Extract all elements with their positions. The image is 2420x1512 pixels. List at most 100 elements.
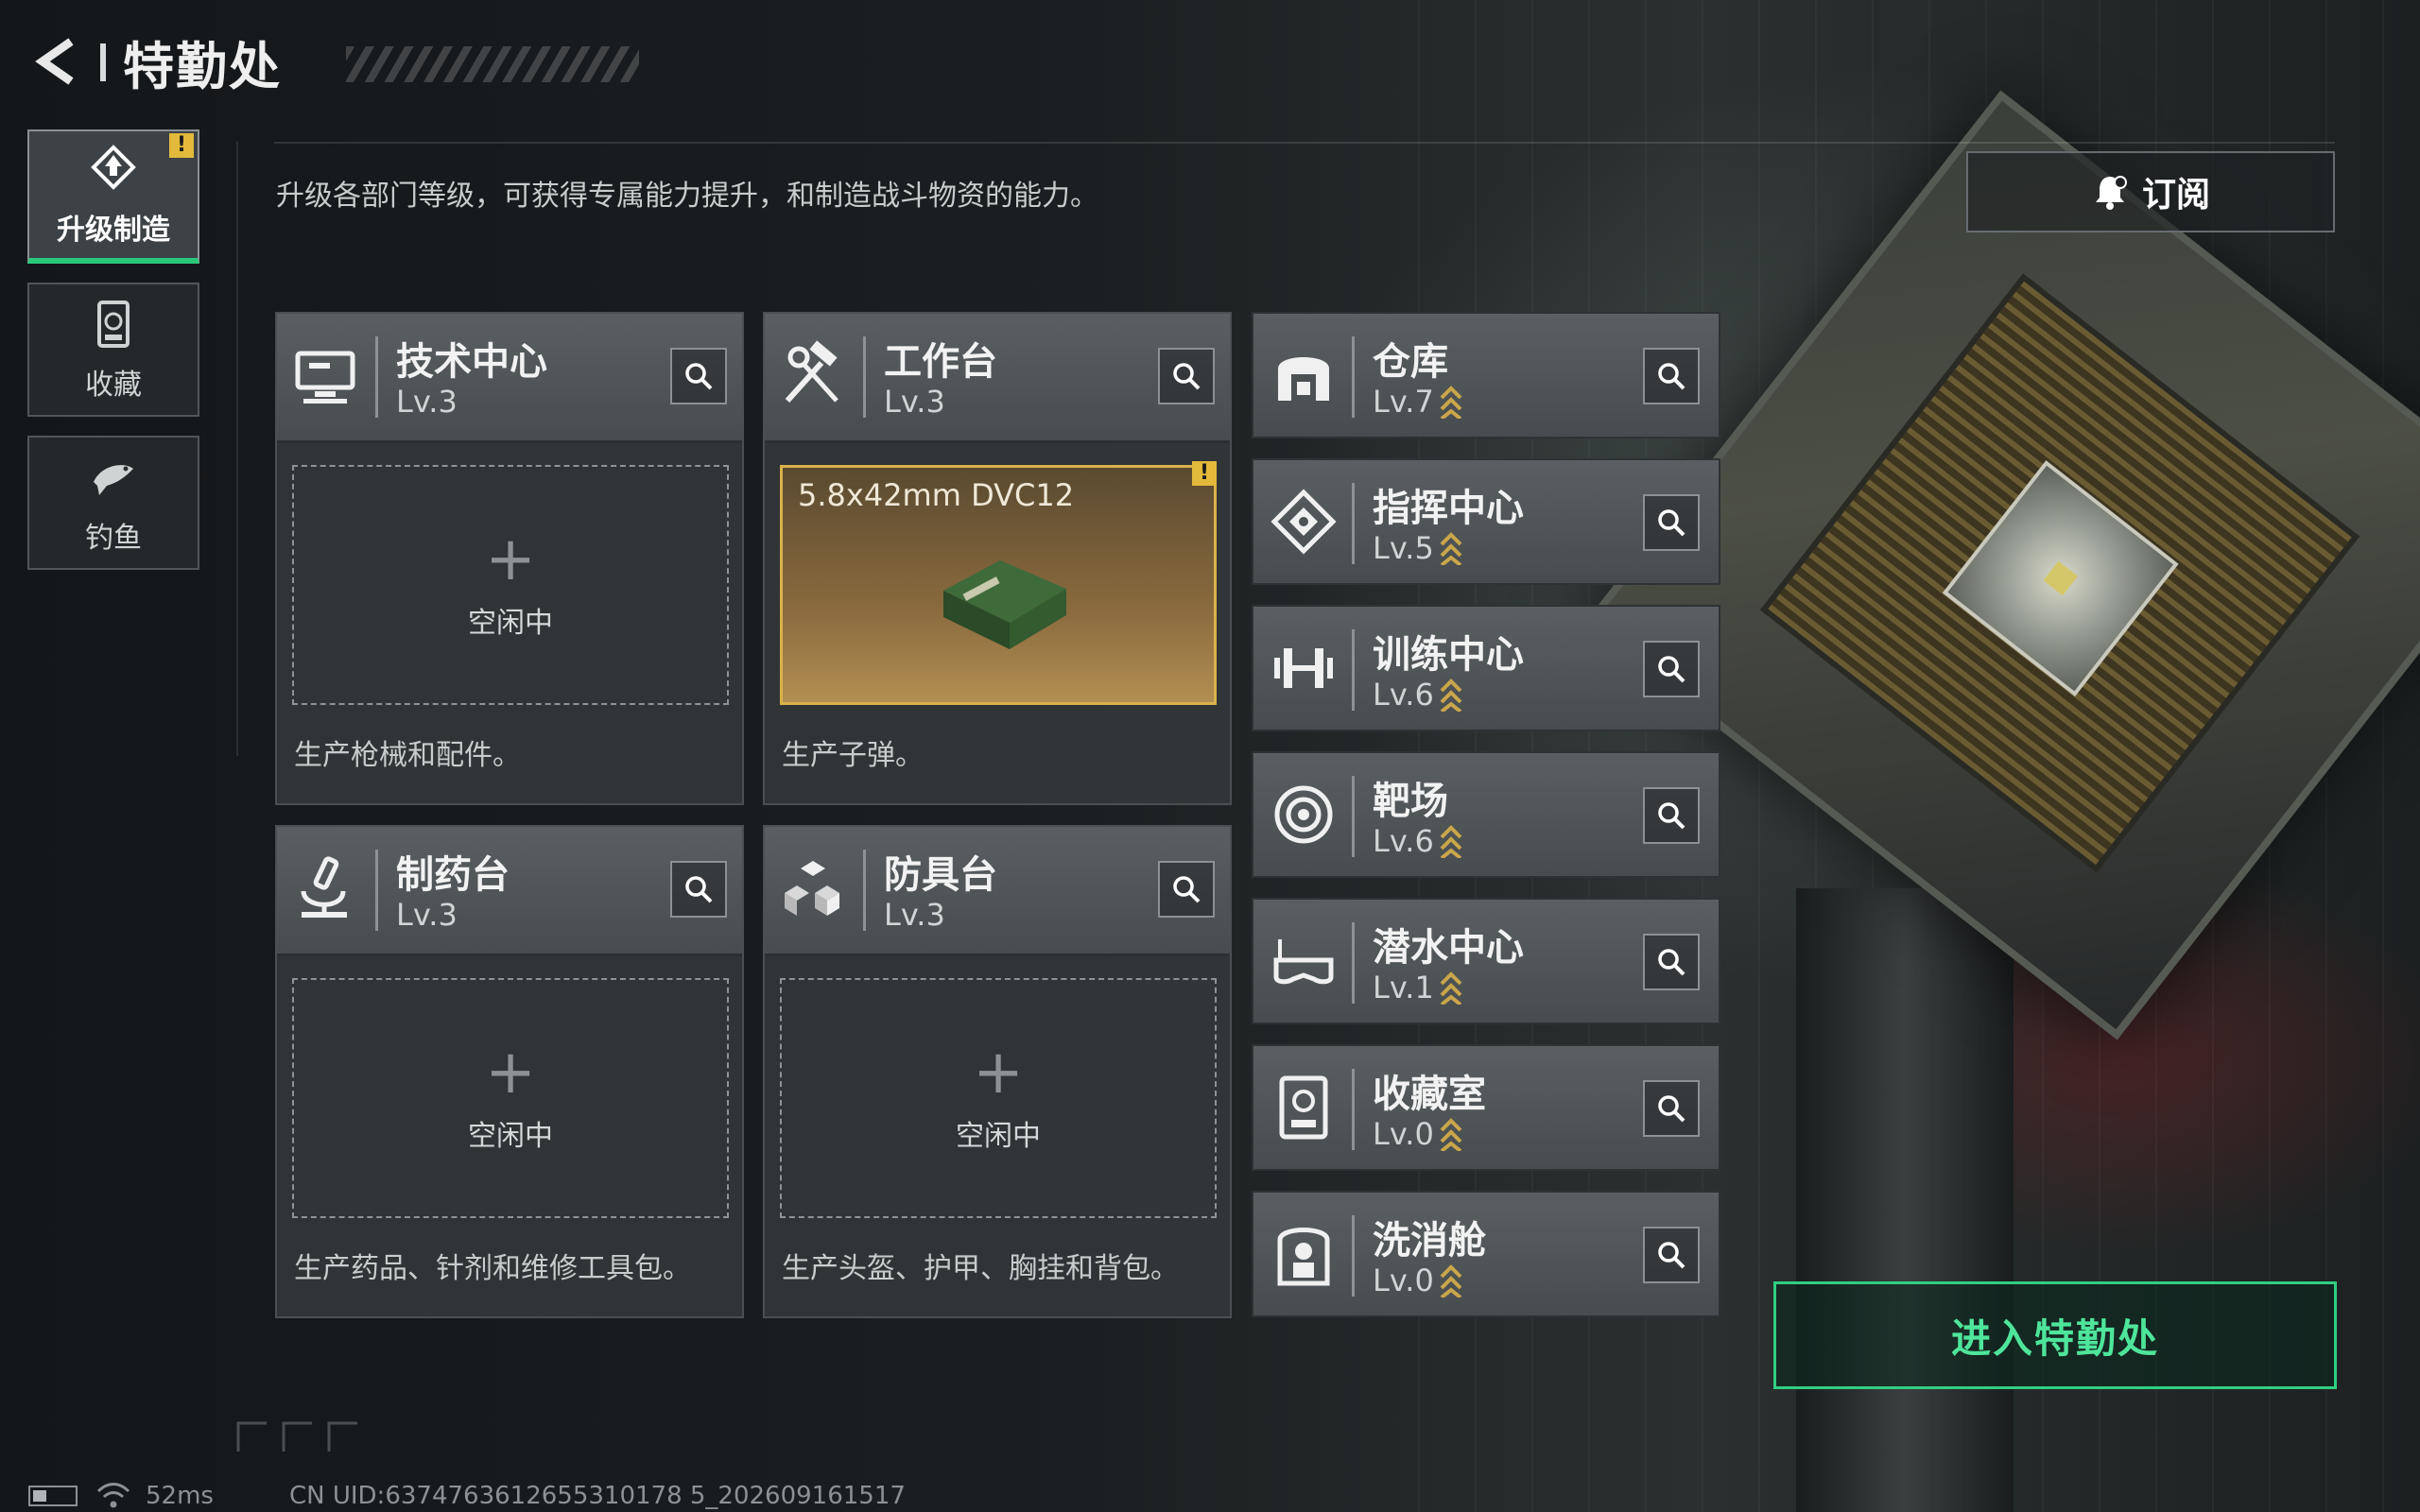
bell-icon (2095, 176, 2127, 210)
facility-shooting-range[interactable]: 靶场 Lv.6 (1252, 751, 1720, 878)
facility-level: Lv.0 (1373, 1116, 1462, 1152)
facility-level: Lv.6 (1373, 823, 1462, 859)
search-icon (1658, 1095, 1685, 1123)
slot-status: 空闲中 (468, 1120, 553, 1153)
facility-name: 训练中心 (1373, 633, 1524, 677)
fish-icon (94, 465, 133, 495)
inspect-button[interactable] (1643, 348, 1700, 404)
inspect-button[interactable] (1158, 348, 1215, 404)
training-center-icon (1274, 648, 1333, 688)
search-icon (1658, 363, 1685, 390)
tab-fishing[interactable]: 钓鱼 (27, 436, 199, 570)
subscribe-label: 订阅 (2141, 176, 2210, 215)
search-icon (685, 363, 713, 390)
crafting-item-name: 5.8x42mm DVC12 (798, 477, 1075, 513)
level-text: Lv.0 (1373, 1116, 1434, 1152)
craft-slot-empty[interactable]: + 空闲中 (292, 465, 729, 705)
side-nav: ! 升级制造 收藏 钓鱼 (27, 129, 199, 589)
facility-level: Lv.1 (1373, 970, 1462, 1005)
workshop-name: 工作台 (884, 340, 997, 384)
divider (274, 142, 2335, 144)
card-header: 防具台 Lv.3 (765, 827, 1230, 956)
workbench-icon (785, 340, 838, 404)
collection-room-icon (1279, 1075, 1328, 1140)
workshop-level: Lv.3 (396, 897, 458, 933)
level-text: Lv.6 (1373, 823, 1434, 859)
section-description: 升级各部门等级，可获得专属能力提升，和制造战斗物资的能力。 (276, 180, 1098, 213)
workshop-level: Lv.3 (396, 384, 458, 420)
ammo-box-icon (943, 560, 1066, 649)
upgrade-chevron-icon (1440, 532, 1462, 565)
subscribe-button[interactable]: 订阅 (1966, 151, 2335, 232)
tab-collection[interactable]: 收藏 (27, 283, 199, 417)
facility-name: 潜水中心 (1373, 926, 1524, 970)
header: 特勤处 (28, 28, 639, 96)
inspect-button[interactable] (1643, 1227, 1700, 1283)
facility-level: Lv.5 (1373, 530, 1462, 566)
battery-icon (28, 1486, 78, 1506)
facility-collection-room[interactable]: 收藏室 Lv.0 (1252, 1044, 1720, 1171)
facility-level: Lv.0 (1373, 1263, 1462, 1298)
workshop-card-armor-bench: 防具台 Lv.3 + 空闲中 生产头盔、护甲、胸挂和背包。 (763, 825, 1232, 1318)
plus-icon: + (485, 524, 536, 594)
search-icon (1658, 802, 1685, 830)
level-text: Lv.0 (1373, 1263, 1434, 1298)
craft-slot-empty[interactable]: + 空闲中 (292, 978, 729, 1218)
title-bar: 特勤处 (100, 32, 639, 96)
inspect-button[interactable] (1643, 641, 1700, 697)
slot-status: 空闲中 (468, 607, 553, 640)
enter-button-label: 进入特勤处 (1950, 1314, 2159, 1362)
user-uid: CN UID:6374763612655310178 5_20260916151… (288, 1482, 906, 1510)
level-text: Lv.7 (1373, 384, 1434, 420)
plus-icon: + (973, 1038, 1024, 1108)
workshop-level: Lv.3 (884, 384, 945, 420)
inspect-button[interactable] (670, 348, 727, 404)
facility-warehouse[interactable]: 仓库 Lv.7 (1252, 312, 1720, 438)
facility-decontamination[interactable]: 洗消舱 Lv.0 (1252, 1191, 1720, 1317)
facility-training-center[interactable]: 训练中心 Lv.6 (1252, 605, 1720, 731)
command-center-icon (1270, 489, 1337, 555)
inspect-button[interactable] (1643, 787, 1700, 844)
search-icon (1658, 1242, 1685, 1269)
facility-level: Lv.7 (1373, 384, 1462, 420)
tech-center-icon (295, 351, 355, 404)
workshop-name: 制药台 (396, 853, 510, 897)
tab-upgrade-craft[interactable]: ! 升级制造 (27, 129, 199, 264)
craft-slot-empty[interactable]: + 空闲中 (780, 978, 1217, 1218)
facility-name: 收藏室 (1373, 1073, 1486, 1116)
tab-label: 收藏 (85, 369, 142, 402)
workshop-card-workbench: 工作台 Lv.3 ! 5.8x42mm DVC12 生产子弹。 (763, 312, 1232, 805)
shooting-range-icon (1274, 785, 1333, 844)
enter-special-ops-button[interactable]: 进入特勤处 (1773, 1281, 2337, 1389)
divider (236, 142, 238, 756)
pharmacy-icon (301, 856, 347, 918)
facility-diving-center[interactable]: 潜水中心 Lv.1 (1252, 898, 1720, 1024)
inspect-button[interactable] (1643, 934, 1700, 990)
search-icon (1658, 656, 1685, 683)
facility-name: 仓库 (1373, 340, 1448, 384)
upgrade-chevron-icon (1440, 1264, 1462, 1297)
workshop-card-pharmacy: 制药台 Lv.3 + 空闲中 生产药品、针剂和维修工具包。 (275, 825, 744, 1318)
facility-name: 指挥中心 (1373, 487, 1524, 530)
facility-name: 靶场 (1373, 780, 1448, 823)
inspect-button[interactable] (1643, 1080, 1700, 1137)
facility-command-center[interactable]: 指挥中心 Lv.5 (1252, 458, 1720, 585)
back-arrow-icon (35, 38, 74, 85)
back-button[interactable] (28, 28, 85, 94)
upgrade-chevron-icon (1440, 825, 1462, 858)
inspect-button[interactable] (1158, 861, 1215, 918)
workshop-card-tech-center: 技术中心 Lv.3 + 空闲中 生产枪械和配件。 (275, 312, 744, 805)
warehouse-icon (1278, 357, 1329, 401)
background-pillar (1796, 888, 2014, 1512)
workshop-description: 生产枪械和配件。 (294, 739, 521, 772)
inspect-button[interactable] (1643, 494, 1700, 551)
craft-slot-in-progress[interactable]: ! 5.8x42mm DVC12 (780, 461, 1217, 705)
collection-icon (97, 301, 130, 348)
slot-status: 空闲中 (956, 1120, 1041, 1153)
decontamination-icon (1277, 1228, 1330, 1286)
upgrade-chevron-icon (1440, 971, 1462, 1005)
inspect-button[interactable] (670, 861, 727, 918)
upgrade-chevron-icon (1440, 1118, 1462, 1151)
workshop-level: Lv.3 (884, 897, 945, 933)
upgrade-chevron-icon (1440, 386, 1462, 419)
